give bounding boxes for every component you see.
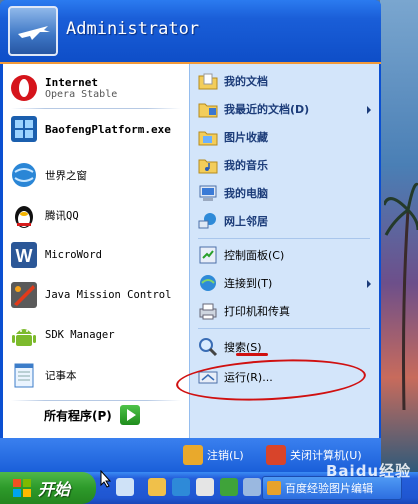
places-separator: [198, 328, 370, 329]
submenu-arrow-icon: [367, 280, 371, 288]
places-item-network[interactable]: 网上邻居: [198, 210, 268, 232]
power-icon: [266, 445, 286, 465]
submenu-arrow-icon: [367, 106, 371, 114]
control-panel-icon: [199, 246, 217, 264]
pinned-item-title: Internet: [45, 76, 98, 89]
quicklaunch-icon[interactable]: [116, 478, 134, 496]
java-mission-control-icon: [11, 282, 37, 308]
program-label: Java Mission Control: [45, 289, 172, 301]
qq-penguin-icon: [15, 206, 33, 228]
all-programs-separator: [11, 400, 181, 401]
connect-icon: [200, 275, 216, 291]
pinned-item-subtitle: Opera Stable: [45, 89, 118, 100]
baidu-watermark: Baidu经验: [326, 462, 412, 480]
start-label: 开始: [38, 480, 71, 499]
program-item-notepad[interactable]: 记事本: [9, 357, 77, 393]
left-pane-programs: Internet Opera Stable BaofengPlatform.ex…: [3, 64, 189, 438]
baofeng-icon: [11, 116, 37, 142]
places-label: 网上邻居: [224, 215, 268, 228]
places-item-printers[interactable]: 打印机和传真: [198, 300, 290, 322]
music-folder-icon: [198, 159, 218, 174]
places-label: 我的音乐: [224, 159, 268, 172]
quicklaunch-icon[interactable]: [172, 478, 190, 496]
places-label: 我的电脑: [224, 187, 268, 200]
places-label: 图片收藏: [224, 131, 268, 144]
start-button[interactable]: 开始: [0, 472, 96, 504]
notepad-icon: [14, 363, 34, 388]
quicklaunch-icon[interactable]: [220, 478, 238, 496]
places-item-recent-documents[interactable]: 我最近的文档(D): [198, 98, 309, 120]
all-programs-button[interactable]: 所有程序(P): [44, 405, 140, 425]
places-separator: [198, 238, 370, 239]
pinned-item-internet[interactable]: Internet Opera Stable: [9, 70, 117, 106]
start-menu-footer: 注销(L) 关闭计算机(U): [0, 438, 381, 472]
program-label: MicroWord: [45, 249, 102, 261]
svg-text:W: W: [16, 246, 33, 266]
places-label: 控制面板(C): [224, 249, 285, 262]
app-icon: [267, 481, 281, 495]
all-programs-label: 所有程序(P): [44, 408, 112, 423]
printer-icon: [199, 303, 217, 320]
places-label: 我的文档: [224, 75, 268, 88]
places-item-my-computer[interactable]: 我的电脑: [198, 182, 268, 204]
program-item-qq[interactable]: 腾讯QQ: [9, 197, 79, 233]
quicklaunch-icon[interactable]: [243, 478, 261, 496]
opera-icon: [11, 75, 37, 101]
places-item-pictures[interactable]: 图片收藏: [198, 126, 268, 148]
places-label: 我最近的文档(D): [224, 103, 310, 116]
logoff-key-icon: [183, 445, 203, 465]
places-item-my-documents[interactable]: 我的文档: [198, 70, 268, 92]
annotation-underline: [236, 353, 268, 356]
user-avatar-icon[interactable]: [8, 6, 58, 56]
places-label: 打印机和传真: [224, 305, 290, 318]
taskbar-window-label: 百度经验图片编辑: [285, 482, 373, 495]
recent-documents-icon: [198, 103, 218, 118]
android-icon: [12, 329, 36, 346]
places-item-control-panel[interactable]: 控制面板(C): [198, 244, 284, 266]
logoff-label: 注销(L): [207, 449, 244, 462]
program-item-sdk-manager[interactable]: SDK Manager: [9, 317, 115, 353]
word-icon: W: [11, 242, 37, 268]
pictures-folder-icon: [198, 131, 218, 146]
program-item-java-mission-control[interactable]: Java Mission Control: [9, 277, 171, 313]
places-item-music[interactable]: 我的音乐: [198, 154, 268, 176]
program-label: SDK Manager: [45, 329, 115, 341]
program-label: 记事本: [45, 369, 77, 382]
documents-folder-icon: [198, 73, 218, 90]
palm-tree-wallpaper: [384, 182, 418, 410]
program-item-world-window[interactable]: 世界之窗: [9, 157, 87, 193]
start-menu-header: Administrator: [0, 0, 381, 64]
quicklaunch-icon[interactable]: [148, 478, 166, 496]
green-arrow-icon: [119, 405, 140, 425]
pinned-separator: [11, 108, 181, 109]
logoff-button[interactable]: 注销(L): [183, 444, 244, 466]
mouse-cursor-icon: [100, 470, 112, 488]
start-menu: Administrator Internet Opera Stable Baof…: [0, 0, 381, 472]
quicklaunch-icon[interactable]: [196, 478, 214, 496]
user-name: Administrator: [66, 19, 200, 39]
places-label: 连接到(T): [224, 277, 273, 290]
program-item-baofeng[interactable]: BaofengPlatform.exe: [9, 111, 171, 147]
browser-globe-icon: [12, 163, 36, 187]
search-icon: [199, 338, 218, 357]
places-item-connect-to[interactable]: 连接到(T): [198, 272, 272, 294]
program-label: 腾讯QQ: [45, 209, 79, 222]
network-icon: [198, 213, 216, 229]
program-label: BaofengPlatform.exe: [45, 122, 171, 136]
program-item-microword[interactable]: W MicroWord: [9, 237, 102, 273]
program-label: 世界之窗: [45, 169, 87, 182]
computer-icon: [199, 185, 217, 201]
windows-flag-icon: [13, 479, 31, 497]
